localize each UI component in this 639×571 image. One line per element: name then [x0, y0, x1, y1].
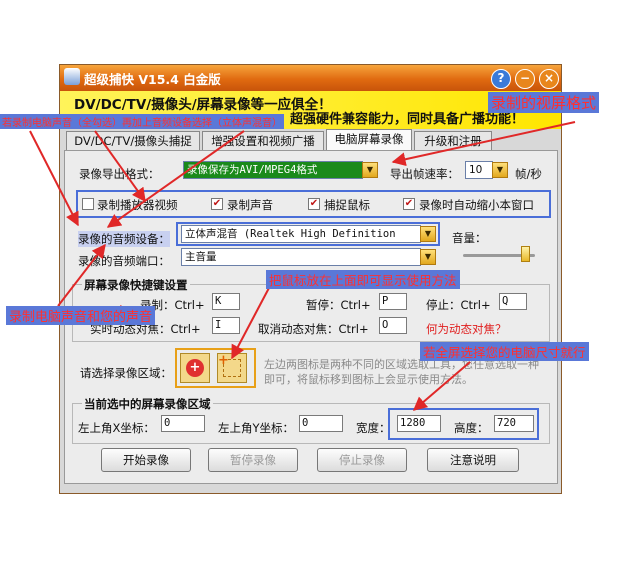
arrow-to-format: [391, 121, 576, 167]
annotation-format: 录制的视屏格式: [488, 92, 600, 113]
annotation-top: 若录制电脑声音（全勾选）再加上音频设备选择（立体声混音）: [0, 114, 284, 129]
arrow-to-sound-checkbox: [94, 130, 146, 203]
annotation-hover: 把鼠标放在上面即可显示使用方法: [266, 270, 460, 289]
arrow-to-region-tool: [231, 285, 271, 360]
arrow-to-size: [412, 361, 471, 411]
annotation-fullscreen: 若全屏选择您的电脑尺寸就行: [420, 342, 589, 361]
arrow-to-player-checkbox: [29, 130, 79, 227]
arrow-to-audio-device-label: [57, 243, 106, 307]
annotation-audio: 录制电脑声音和您的声音: [6, 306, 156, 325]
